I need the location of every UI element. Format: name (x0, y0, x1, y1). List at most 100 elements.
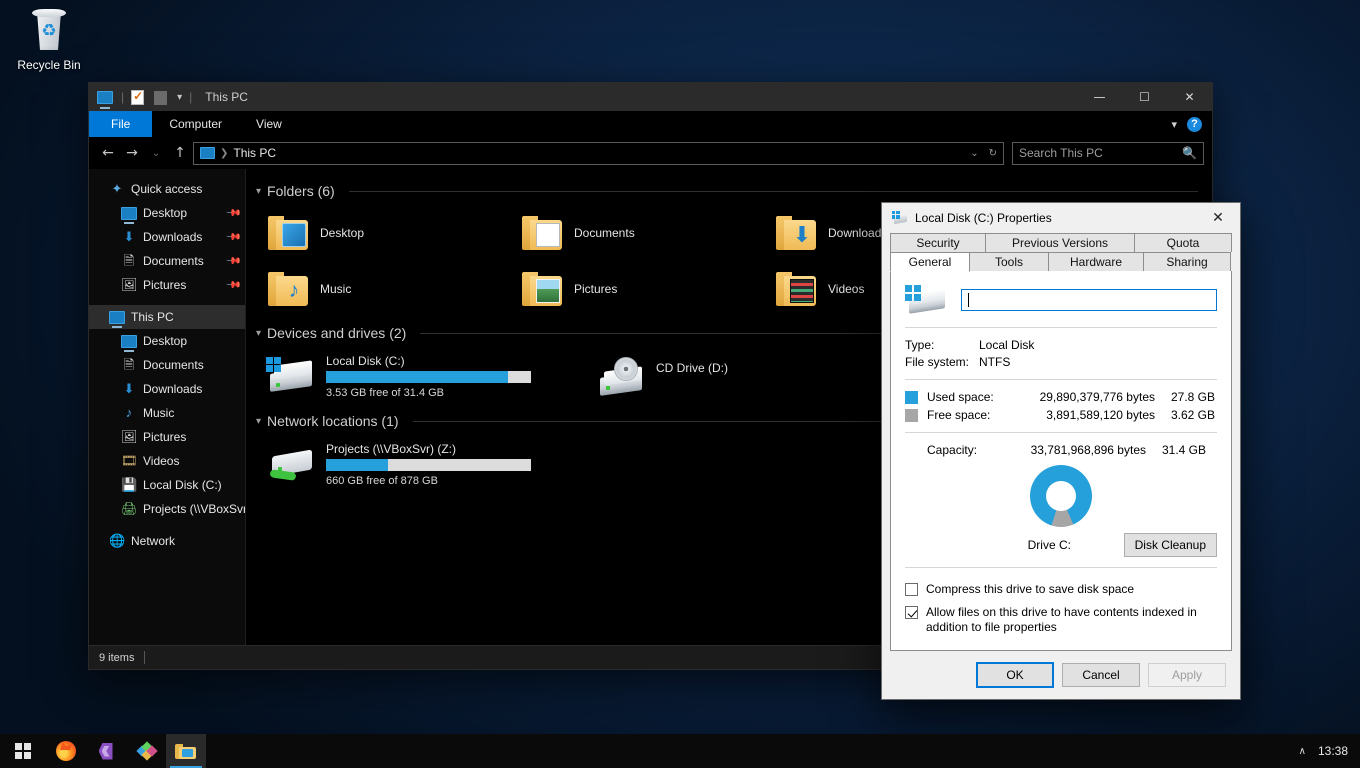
sidebar-item-quick-access[interactable]: ✦ Quick access (89, 177, 245, 201)
file-explorer-icon (175, 742, 197, 760)
tab-sharing[interactable]: Sharing (1143, 252, 1231, 272)
quick-access-toolbar: | ▾ | This PC (89, 89, 248, 106)
sidebar-item-documents[interactable]: 🗎 Documents (89, 353, 245, 377)
chevron-down-icon[interactable]: ▾ (256, 416, 261, 427)
tab-general[interactable]: General (890, 252, 970, 272)
sidebar-item-local-disk-c[interactable]: 💾 Local Disk (C:) (89, 473, 245, 497)
sidebar-item-label: Desktop (143, 206, 188, 220)
drive-item-cd-drive-d[interactable]: CD Drive (D:) (586, 347, 866, 405)
cancel-button[interactable]: Cancel (1062, 663, 1140, 687)
compress-drive-checkbox[interactable] (905, 583, 918, 596)
chevron-down-icon[interactable]: ▾ (256, 328, 261, 339)
dialog-titlebar: Local Disk (C:) Properties ✕ (882, 203, 1240, 233)
sidebar-item-network[interactable]: 🌐 Network (89, 529, 245, 553)
sidebar-item-pictures-qa[interactable]: 🖼 Pictures 📌 (89, 273, 245, 297)
index-contents-checkbox-row[interactable]: Allow files on this drive to have conten… (905, 605, 1217, 635)
drive-item-projects-z[interactable]: Projects (\\VBoxSvr) (Z:) 660 GB free of… (256, 435, 586, 493)
clock[interactable]: 13:38 (1318, 744, 1348, 758)
up-button[interactable]: ↑ (169, 141, 191, 165)
free-space-key: Free space: (927, 408, 991, 422)
breadcrumb-this-pc[interactable]: This PC (233, 146, 276, 160)
tab-tools[interactable]: Tools (969, 252, 1049, 272)
tab-view[interactable]: View (239, 111, 299, 137)
chevron-down-icon[interactable]: ▾ (256, 186, 261, 197)
breadcrumb-separator: ❯ (220, 147, 229, 159)
folder-item-desktop[interactable]: Desktop (256, 205, 510, 261)
free-space-bytes: 3,891,589,120 bytes (1046, 408, 1155, 422)
dialog-footer: OK Cancel Apply (882, 651, 1240, 699)
recent-locations-button[interactable]: ⌄ (145, 141, 167, 165)
volume-label-input[interactable] (961, 289, 1217, 311)
folder-documents-icon (520, 214, 564, 252)
taskbar-app-gitkraken[interactable] (126, 734, 166, 768)
sidebar-item-desktop[interactable]: Desktop (89, 329, 245, 353)
dialog-close-button[interactable]: ✕ (1196, 203, 1240, 233)
note-checked-icon[interactable] (131, 89, 148, 106)
pin-icon[interactable]: 📌 (224, 253, 241, 270)
sidebar-item-desktop-qa[interactable]: Desktop 📌 (89, 201, 245, 225)
chevron-down-icon[interactable]: ▾ (177, 92, 182, 103)
local-disk-properties-dialog: Local Disk (C:) Properties ✕ Security Pr… (881, 202, 1241, 700)
monitor-icon[interactable] (97, 89, 114, 106)
refresh-icon[interactable]: ↻ (989, 148, 997, 159)
sidebar-item-music[interactable]: ♪ Music (89, 401, 245, 425)
folder-item-music[interactable]: ♪ Music (256, 261, 510, 317)
maximize-button[interactable]: ☐ (1122, 83, 1167, 111)
sidebar-item-pictures[interactable]: 🖼 Pictures (89, 425, 245, 449)
taskbar-app-visual-studio[interactable] (86, 734, 126, 768)
drive-item-local-disk-c[interactable]: Local Disk (C:) 3.53 GB free of 31.4 GB (256, 347, 586, 405)
chevron-down-icon[interactable]: ▾ (1171, 118, 1177, 131)
capacity-bar (326, 370, 531, 383)
close-button[interactable]: ✕ (1167, 83, 1212, 111)
file-system-key: File system: (905, 355, 970, 369)
minimize-button[interactable]: — (1077, 83, 1122, 111)
taskbar-app-firefox[interactable] (46, 734, 86, 768)
sidebar-item-videos[interactable]: 🎞 Videos (89, 449, 245, 473)
disk-cleanup-button[interactable]: Disk Cleanup (1123, 533, 1217, 557)
desktop-icon-recycle-bin[interactable]: ♻ Recycle Bin (14, 8, 84, 72)
pin-icon[interactable]: 📌 (224, 277, 241, 294)
download-icon: ⬇ (123, 381, 135, 396)
group-title: Network locations (1) (267, 413, 399, 429)
square-icon[interactable] (154, 89, 171, 106)
used-space-key: Used space: (927, 390, 994, 404)
pin-icon[interactable]: 📌 (224, 229, 241, 246)
taskbar-app-file-explorer[interactable] (166, 734, 206, 768)
ok-button[interactable]: OK (976, 662, 1054, 688)
index-contents-checkbox[interactable] (905, 606, 918, 619)
tab-quota[interactable]: Quota (1134, 233, 1232, 252)
compress-drive-checkbox-row[interactable]: Compress this drive to save disk space (905, 582, 1217, 597)
search-input[interactable]: Search This PC 🔍 (1012, 141, 1204, 165)
tab-computer[interactable]: Computer (152, 111, 239, 137)
tab-hardware[interactable]: Hardware (1048, 252, 1144, 272)
back-button[interactable]: ← (97, 141, 119, 165)
sidebar-item-downloads-qa[interactable]: ⬇ Downloads 📌 (89, 225, 245, 249)
search-icon[interactable]: 🔍 (1182, 146, 1197, 160)
tab-file[interactable]: File (89, 111, 153, 137)
folder-item-documents[interactable]: Documents (510, 205, 764, 261)
network-icon: 🌐 (109, 533, 126, 548)
used-space-bytes: 29,890,379,776 bytes (1039, 390, 1155, 404)
start-button[interactable] (0, 734, 46, 768)
tab-previous-versions[interactable]: Previous Versions (985, 233, 1135, 252)
folder-item-pictures[interactable]: Pictures (510, 261, 764, 317)
sidebar-item-documents-qa[interactable]: 🗎 Documents 📌 (89, 249, 245, 273)
help-icon[interactable]: ? (1187, 116, 1202, 132)
star-icon: ✦ (111, 181, 123, 196)
sidebar-item-label: Downloads (143, 382, 203, 396)
navigation-pane[interactable]: ✦ Quick access Desktop 📌 ⬇ Downloads 📌 🗎… (89, 169, 246, 645)
sidebar-item-this-pc[interactable]: This PC (89, 305, 245, 329)
tab-security[interactable]: Security (890, 233, 986, 252)
chevron-down-icon[interactable]: ⌄ (970, 148, 978, 159)
sidebar-item-downloads[interactable]: ⬇ Downloads (89, 377, 245, 401)
forward-button[interactable]: → (121, 141, 143, 165)
video-icon: 🎞 (121, 453, 138, 468)
group-header-folders[interactable]: ▾ Folders (6) (256, 183, 1212, 199)
sidebar-item-projects-vboxsvr[interactable]: 🖨 Projects (\\VBoxSvr) (89, 497, 245, 521)
pin-icon[interactable]: 📌 (224, 205, 241, 222)
monitor-icon (109, 309, 125, 325)
show-hidden-icons-button[interactable]: ∧ (1299, 746, 1306, 757)
hard-drive-icon: 💾 (121, 477, 138, 492)
breadcrumb[interactable]: ❯ This PC ⌄ ↻ (193, 141, 1004, 165)
